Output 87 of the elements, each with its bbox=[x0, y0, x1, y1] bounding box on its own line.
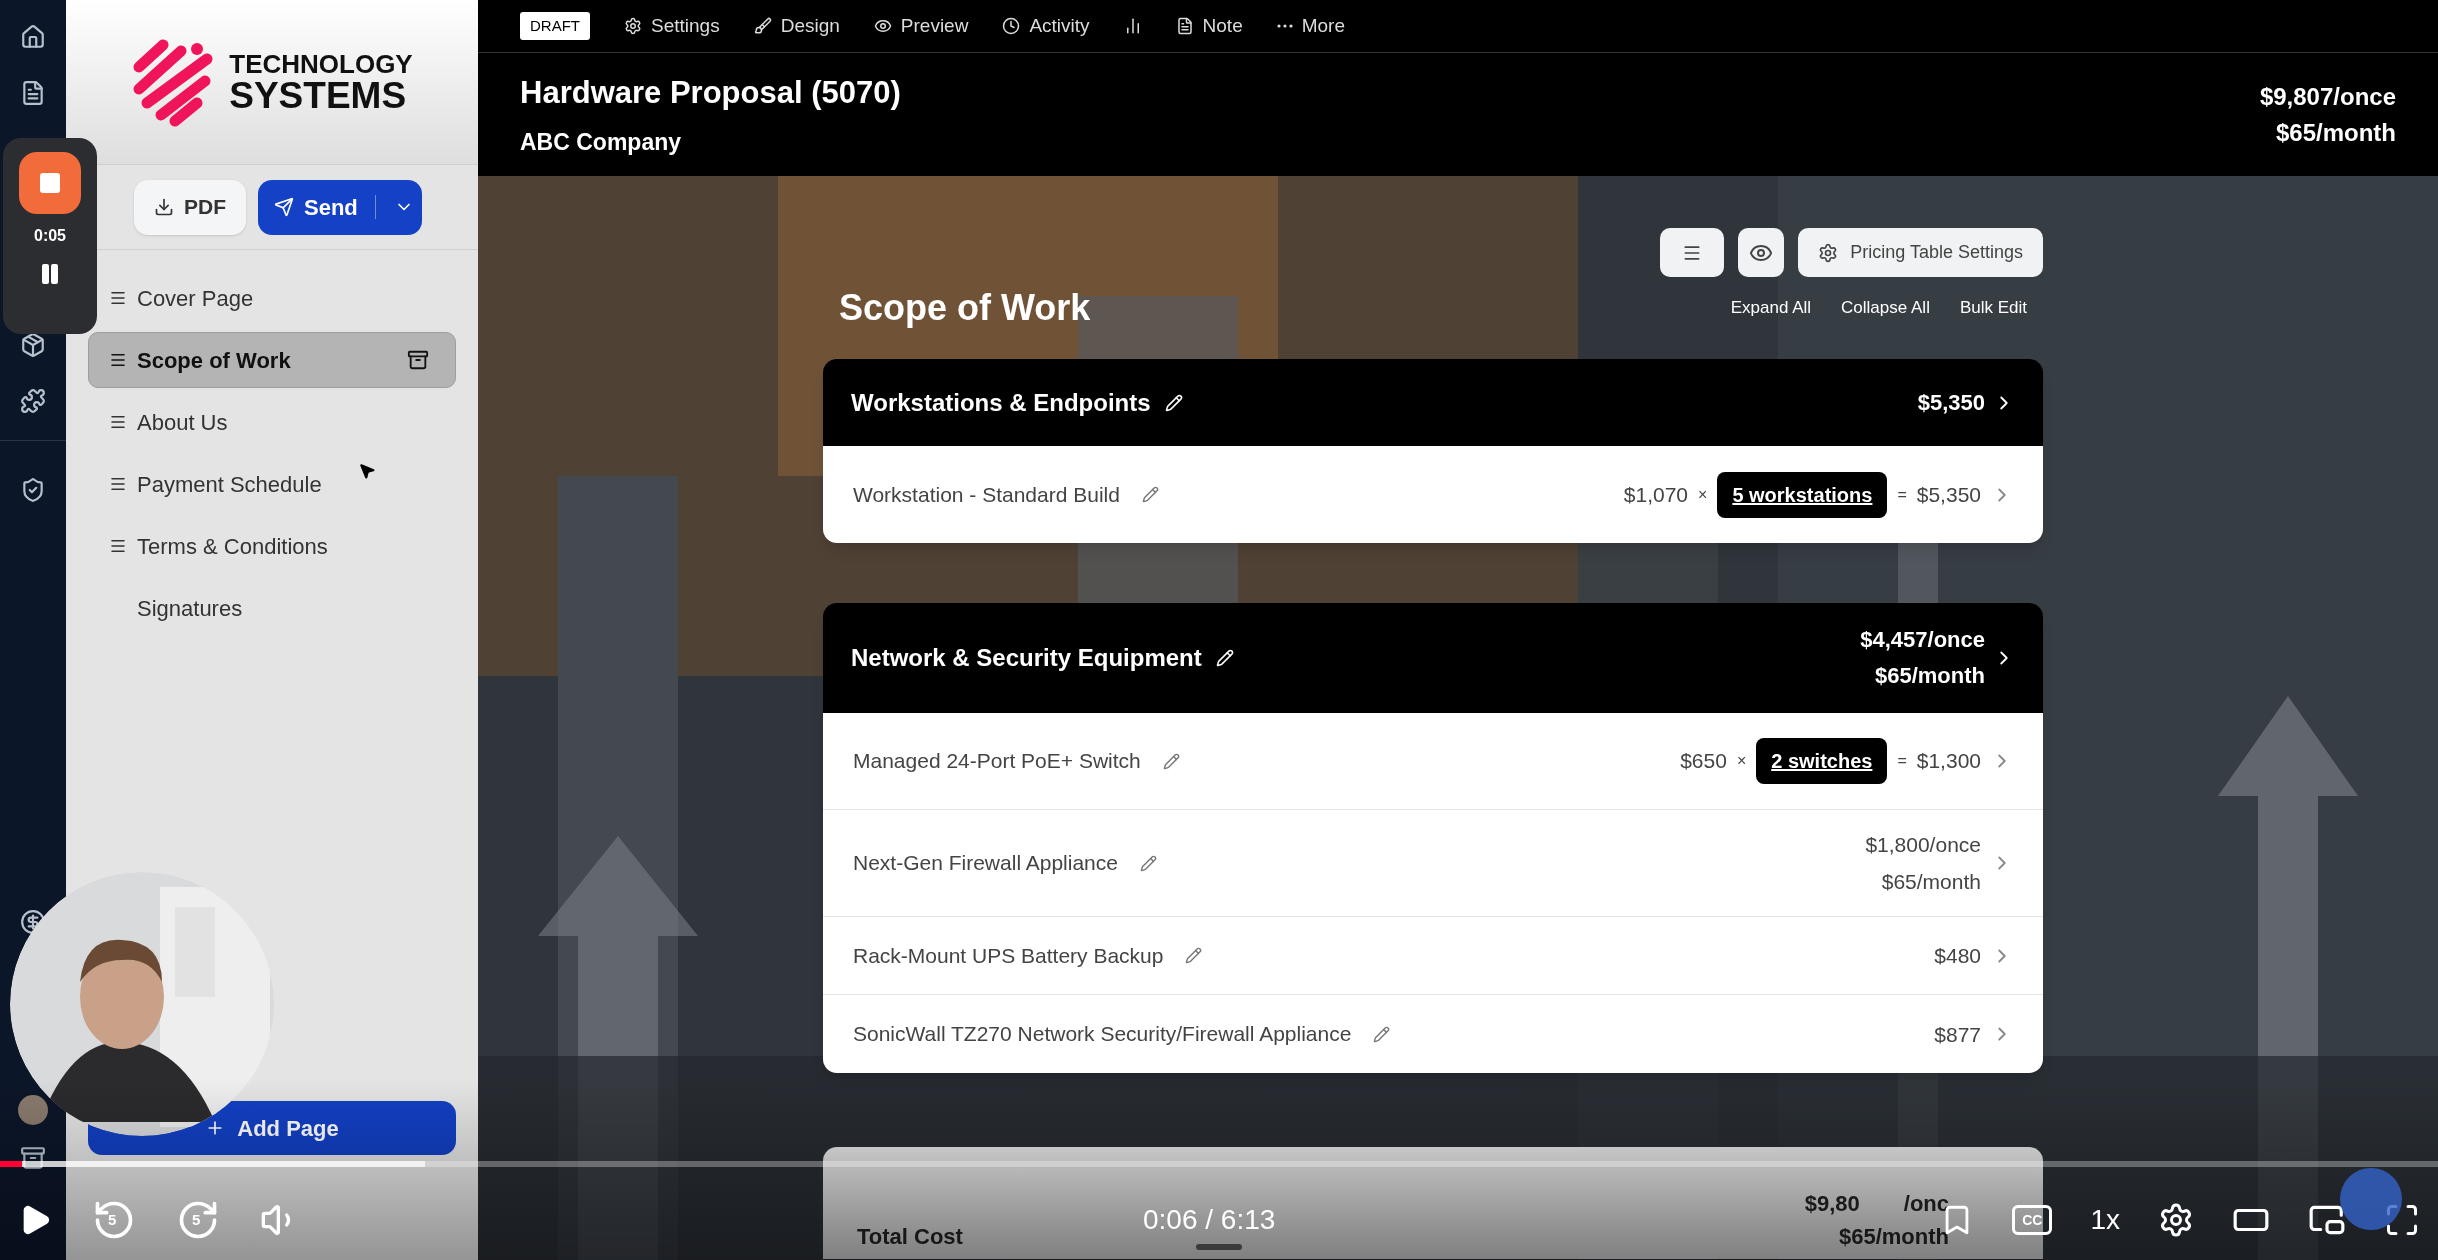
page-item[interactable]: Payment Schedule bbox=[102, 456, 456, 512]
proposal-title: Hardware Proposal (5070) bbox=[520, 74, 901, 112]
archive-icon[interactable] bbox=[20, 1145, 46, 1171]
section-name: Workstations & Endpoints bbox=[851, 387, 1151, 418]
page-item[interactable]: Cover Page bbox=[102, 270, 456, 326]
page-item[interactable]: Scope of Work bbox=[88, 332, 456, 388]
video-time: 0:06 / 6:13 bbox=[1143, 1204, 1276, 1236]
item-name: Next-Gen Firewall Appliance bbox=[853, 850, 1118, 877]
box-icon[interactable] bbox=[20, 332, 46, 358]
equals-sign: = bbox=[1897, 751, 1907, 771]
clock-icon bbox=[1002, 17, 1021, 35]
note-icon bbox=[1175, 17, 1194, 35]
section-total: $65/month bbox=[1874, 662, 1985, 690]
pdf-button[interactable]: PDF bbox=[134, 179, 246, 235]
page-item[interactable]: About Us bbox=[102, 394, 456, 450]
more-icon bbox=[1276, 24, 1293, 28]
mouse-pointer-icon bbox=[358, 462, 376, 480]
total-cost-label: Total Cost bbox=[857, 1223, 963, 1251]
download-icon bbox=[154, 197, 174, 217]
drag-handle-icon[interactable] bbox=[109, 537, 127, 555]
menu-button[interactable] bbox=[1660, 228, 1725, 277]
section-name: Network & Security Equipment bbox=[851, 643, 1202, 673]
toolbar-button[interactable]: Activity bbox=[1002, 11, 1090, 41]
toolbar-button[interactable]: Design bbox=[753, 11, 840, 41]
times-sign: × bbox=[1698, 484, 1708, 505]
logo-text-bottom: SYSTEMS bbox=[229, 76, 408, 114]
toolbar-button[interactable]: Note bbox=[1175, 11, 1243, 41]
client-name: ABC Company bbox=[520, 127, 682, 157]
table-action-link[interactable]: Bulk Edit bbox=[1959, 295, 2027, 321]
table-action-link[interactable]: Collapse All bbox=[1841, 295, 1930, 321]
line-amount: $65/month bbox=[1881, 869, 1981, 895]
equals-sign: = bbox=[1897, 484, 1907, 505]
total-amount-part: $9,80 bbox=[1804, 1190, 1860, 1218]
drag-handle-icon[interactable] bbox=[109, 289, 127, 307]
send-button[interactable]: Send bbox=[258, 179, 422, 235]
quantity-button[interactable]: 5 workstations bbox=[1717, 471, 1888, 518]
total-amount: $65/month bbox=[1838, 1223, 1949, 1251]
pricing-settings-button[interactable]: Pricing Table Settings bbox=[1798, 228, 2043, 277]
item-name: Managed 24-Port PoE+ Switch bbox=[853, 748, 1141, 775]
settings-icon[interactable] bbox=[2158, 1202, 2194, 1238]
table-action-link[interactable]: Expand All bbox=[1730, 295, 1812, 321]
unit-price: $650 bbox=[1680, 748, 1727, 775]
section-total: $5,350 bbox=[1917, 388, 1985, 417]
settings-icon bbox=[624, 17, 642, 35]
item-name: SonicWall TZ270 Network Security/Firewall Appliance bbox=[853, 1021, 1352, 1048]
stop-icon bbox=[40, 173, 60, 193]
drag-handle-icon[interactable] bbox=[109, 475, 127, 493]
toolbar-button[interactable]: More bbox=[1276, 11, 1345, 41]
section-total: $4,457/once bbox=[1860, 626, 1985, 654]
drag-handle-icon[interactable] bbox=[109, 413, 127, 431]
home-icon[interactable] bbox=[20, 24, 46, 50]
progress-track[interactable] bbox=[0, 1161, 2438, 1167]
section-title: Scope of Work bbox=[839, 286, 1091, 330]
archive-icon[interactable] bbox=[407, 349, 429, 371]
stop-recording-button[interactable] bbox=[19, 152, 81, 214]
recording-time: 0:05 bbox=[34, 226, 66, 246]
document-icon[interactable] bbox=[20, 80, 46, 106]
toolbar-button[interactable]: Preview bbox=[873, 11, 969, 41]
status-badge: DRAFT bbox=[520, 11, 590, 41]
puzzle-icon[interactable] bbox=[20, 388, 46, 414]
settings-icon bbox=[1818, 242, 1839, 263]
shield-icon[interactable] bbox=[20, 477, 46, 503]
page-item[interactable]: Signatures bbox=[102, 580, 456, 636]
toolbar-button[interactable]: Settings bbox=[624, 11, 720, 41]
proposal-total: $9,807/once bbox=[2259, 81, 2396, 112]
preview-button[interactable] bbox=[1738, 228, 1785, 277]
total-amount-part: /onc bbox=[1903, 1190, 1949, 1218]
logo-text-top: TECHNOLOGY bbox=[229, 50, 413, 77]
quantity-button[interactable]: 2 switches bbox=[1756, 738, 1888, 784]
proposal-total: $65/month bbox=[2275, 117, 2396, 148]
unit-price: $1,070 bbox=[1623, 481, 1689, 508]
chapter-handle bbox=[1196, 1244, 1242, 1250]
page-item[interactable]: Terms & Conditions bbox=[102, 518, 456, 574]
line-amount: $1,800/once bbox=[1865, 832, 1981, 858]
line-amount: $480 bbox=[1934, 943, 1981, 969]
line-total: $1,300 bbox=[1916, 748, 1981, 775]
send-icon bbox=[274, 197, 294, 217]
line-total: $5,350 bbox=[1916, 481, 1981, 508]
item-name: Rack-Mount UPS Battery Backup bbox=[853, 942, 1164, 969]
eye-icon bbox=[873, 17, 892, 35]
avatar[interactable] bbox=[18, 1095, 48, 1125]
item-name: Workstation - Standard Build bbox=[853, 481, 1120, 508]
brush-icon bbox=[753, 17, 772, 35]
drag-handle-icon[interactable] bbox=[109, 351, 127, 369]
times-sign: × bbox=[1736, 751, 1747, 771]
speed-button[interactable]: 1x bbox=[2090, 1199, 2120, 1241]
line-amount: $877 bbox=[1934, 1021, 1981, 1048]
